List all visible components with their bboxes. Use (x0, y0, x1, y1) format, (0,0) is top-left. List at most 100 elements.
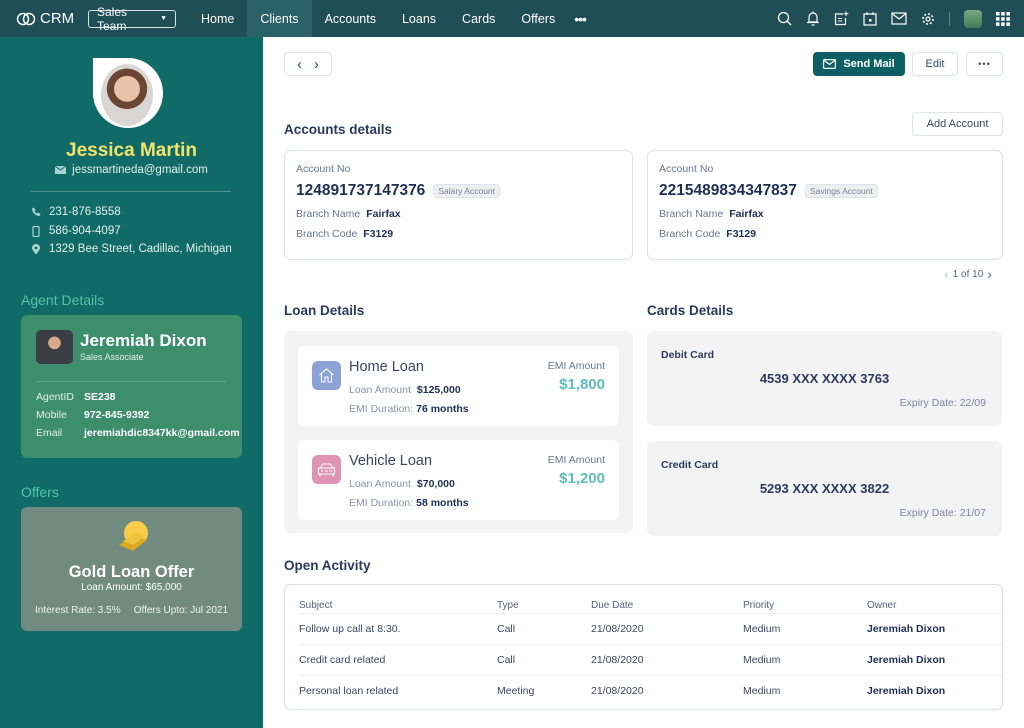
cell-priority: Medium (743, 685, 781, 697)
emi-duration: 58 months (416, 497, 469, 509)
offer-amount: Loan Amount: $65,000 (81, 582, 182, 593)
loan-details-title: Loan Details (284, 303, 365, 318)
card-number: 5293 XXX XXXX 3822 (759, 481, 890, 496)
branch-code-row: Branch Code F3129 (296, 228, 393, 240)
nav-accounts[interactable]: Accounts (312, 0, 389, 37)
cell-type: Call (497, 623, 516, 635)
logo-text: CRM (40, 10, 75, 27)
agent-email-row: Email jeremiahdic8347kk@gmail.com (36, 427, 240, 439)
card-type: Debit Card (661, 349, 715, 361)
previous-record-button[interactable]: ‹ (297, 56, 302, 73)
mail-icon[interactable] (891, 12, 907, 25)
card-type: Credit Card (661, 459, 719, 471)
pager-prev-icon[interactable]: ‹ (944, 266, 949, 282)
branch-name-label: Branch Name (296, 208, 361, 220)
agent-email-value[interactable]: jeremiahdic8347kk@gmail.com (84, 427, 240, 439)
top-navigation-bar: CRM Sales Team ▼ Home Clients Accounts L… (0, 0, 1024, 37)
cell-owner: Jeremiah Dixon (867, 623, 946, 635)
search-icon[interactable] (777, 11, 792, 26)
user-avatar[interactable] (964, 9, 982, 28)
account-card[interactable]: Account No 2215489834347837 Savings Accou… (647, 150, 1003, 260)
more-actions-button[interactable]: ••• (966, 52, 1003, 76)
main-content: ‹ › Send Mail Edit ••• Accounts details … (263, 37, 1024, 728)
branch-code-label: Branch Code (659, 228, 721, 240)
agent-role: Sales Associate (80, 352, 144, 362)
branch-code: F3129 (363, 228, 394, 240)
mobile-number[interactable]: 586-904-4097 (49, 225, 121, 237)
card-expiry: Expiry Date: 21/07 (899, 507, 986, 519)
agent-photo (36, 330, 73, 364)
account-type-badge: Savings Account (804, 184, 878, 198)
address-row: 1329 Bee Street, Cadillac, Michigan (31, 243, 232, 255)
branch-name: Fairfax (729, 208, 764, 220)
loan-amount: $70,000 (416, 478, 455, 490)
offer-interest: Interest Rate: 3.5% (35, 605, 121, 616)
nav-more-icon[interactable]: ••• (568, 0, 592, 37)
table-row[interactable]: Follow up call at 8:30. Call 21/08/2020 … (299, 614, 1002, 645)
debit-card[interactable]: Debit Card 4539 XXX XXXX 3763 Expiry Dat… (647, 331, 1002, 426)
client-email[interactable]: jessmartineda@gmail.com (72, 164, 208, 176)
emi-duration-row: EMI Duration: 58 months (349, 497, 469, 509)
agent-card: Jeremiah Dixon Sales Associate AgentID SE… (21, 315, 242, 458)
bell-icon[interactable] (806, 11, 820, 26)
col-priority[interactable]: Priority (743, 600, 774, 611)
next-record-button[interactable]: › (314, 56, 319, 73)
calendar-icon[interactable] (863, 11, 877, 26)
divider (949, 11, 950, 26)
add-account-button[interactable]: Add Account (912, 112, 1003, 136)
col-owner[interactable]: Owner (867, 600, 896, 611)
emi-amount: $1,800 (559, 376, 605, 393)
table-row[interactable]: Credit card related Call 21/08/2020 Medi… (299, 645, 1002, 676)
offer-card[interactable]: Gold Loan Offer Loan Amount: $65,000 Int… (21, 507, 242, 631)
card-expiry: Expiry Date: 22/09 (899, 397, 986, 409)
cell-due-date: 21/08/2020 (591, 685, 644, 697)
main-nav: Home Clients Accounts Loans Cards Offers… (188, 0, 592, 37)
edit-button[interactable]: Edit (912, 52, 958, 76)
nav-clients[interactable]: Clients (247, 0, 312, 37)
crm-logo-icon (16, 12, 36, 25)
apps-grid-icon[interactable] (996, 11, 1010, 26)
loan-card[interactable]: Home Loan Loan Amount $125,000 EMI Durati… (298, 346, 619, 426)
account-number: 124891737147376 (296, 182, 426, 199)
emi-amount-label: EMI Amount (547, 454, 605, 466)
branch-code-row: Branch Code F3129 (659, 228, 756, 240)
col-due-date[interactable]: Due Date (591, 600, 633, 611)
open-activity-table: Subject Type Due Date Priority Owner Fol… (284, 584, 1003, 710)
cell-priority: Medium (743, 654, 781, 666)
nav-offers[interactable]: Offers (508, 0, 568, 37)
branch-name-row: Branch Name Fairfax (659, 208, 764, 220)
agent-mobile-label: Mobile (36, 409, 67, 421)
loan-name: Home Loan (349, 359, 424, 375)
team-select[interactable]: Sales Team ▼ (88, 5, 176, 33)
loan-card[interactable]: Vehicle Loan Loan Amount $70,000 EMI Dura… (298, 440, 619, 520)
phone-row: 231-876-8558 (31, 206, 121, 218)
table-row[interactable]: Personal loan related Meeting 21/08/2020… (299, 676, 1002, 707)
client-sidebar: Jessica Martin jessmartineda@gmail.com 2… (0, 37, 263, 728)
client-email-row: jessmartineda@gmail.com (0, 164, 263, 176)
pager-next-icon[interactable]: › (987, 266, 992, 282)
credit-card[interactable]: Credit Card 5293 XXX XXXX 3822 Expiry Da… (647, 441, 1002, 536)
account-type-badge: Salary Account (433, 184, 501, 198)
agent-mobile-value[interactable]: 972-845-9392 (84, 409, 149, 421)
branch-code: F3129 (726, 228, 757, 240)
nav-cards[interactable]: Cards (449, 0, 508, 37)
phone-number[interactable]: 231-876-8558 (49, 206, 121, 218)
send-mail-button[interactable]: Send Mail (813, 52, 905, 76)
cell-due-date: 21/08/2020 (591, 623, 644, 635)
nav-home[interactable]: Home (188, 0, 247, 37)
col-subject[interactable]: Subject (299, 600, 332, 611)
pager-text: 1 of 10 (952, 268, 984, 280)
crm-logo[interactable]: CRM (16, 10, 84, 27)
gear-icon[interactable] (921, 12, 935, 26)
account-card[interactable]: Account No 124891737147376 Salary Account… (284, 150, 633, 260)
account-no-label: Account No (659, 163, 714, 175)
add-note-icon[interactable] (834, 11, 849, 26)
agent-mobile-row: Mobile 972-845-9392 (36, 409, 149, 421)
divider (31, 191, 231, 192)
client-photo (93, 58, 163, 128)
loan-amount: $125,000 (416, 384, 461, 396)
account-no-label: Account No (296, 163, 351, 175)
nav-loans[interactable]: Loans (389, 0, 449, 37)
cell-subject: Personal loan related (299, 685, 399, 697)
col-type[interactable]: Type (497, 600, 519, 611)
